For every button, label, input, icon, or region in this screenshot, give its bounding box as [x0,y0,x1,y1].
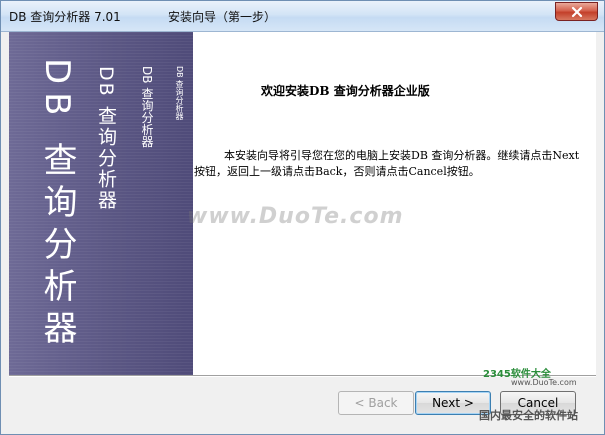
side-banner: DB 查询分析器 DB 查询分析器 DB 查询分析器 DB 查询分析器 [9,32,193,375]
banner-title-medium: DB 查询分析器 [95,66,117,211]
title-bar[interactable]: DB 查询分析器 7.01 安装向导（第一步） [1,1,604,32]
site-url: www.DuoTe.com [511,378,577,387]
watermark: www.DuoTe.com [187,204,404,229]
window-title: DB 查询分析器 7.01 [9,10,121,24]
banner-title-small: DB 查询分析器 [140,66,154,148]
description-text: 本安装向导将引导您在您的电脑上安装DB 查询分析器。继续请点击Next按钮，返回… [194,149,580,178]
close-button[interactable] [555,2,598,21]
step-title: 安装向导（第一步） [168,10,277,24]
welcome-heading: 欢迎安装DB 查询分析器企业版 [261,84,430,98]
close-icon [571,6,582,17]
banner-title-tiny: DB 查询分析器 [175,66,184,121]
wizard-content: DB 查询分析器 DB 查询分析器 DB 查询分析器 DB 查询分析器 欢迎安装… [9,32,596,375]
back-button[interactable]: < Back [338,391,414,415]
site-slogan: 国内最安全的软件站 [479,409,578,422]
banner-title-large: DB 查询分析器 [37,58,77,353]
installer-window: DB 查询分析器 7.01 安装向导（第一步） DB 查询分析器 DB 查询分析… [0,0,605,435]
